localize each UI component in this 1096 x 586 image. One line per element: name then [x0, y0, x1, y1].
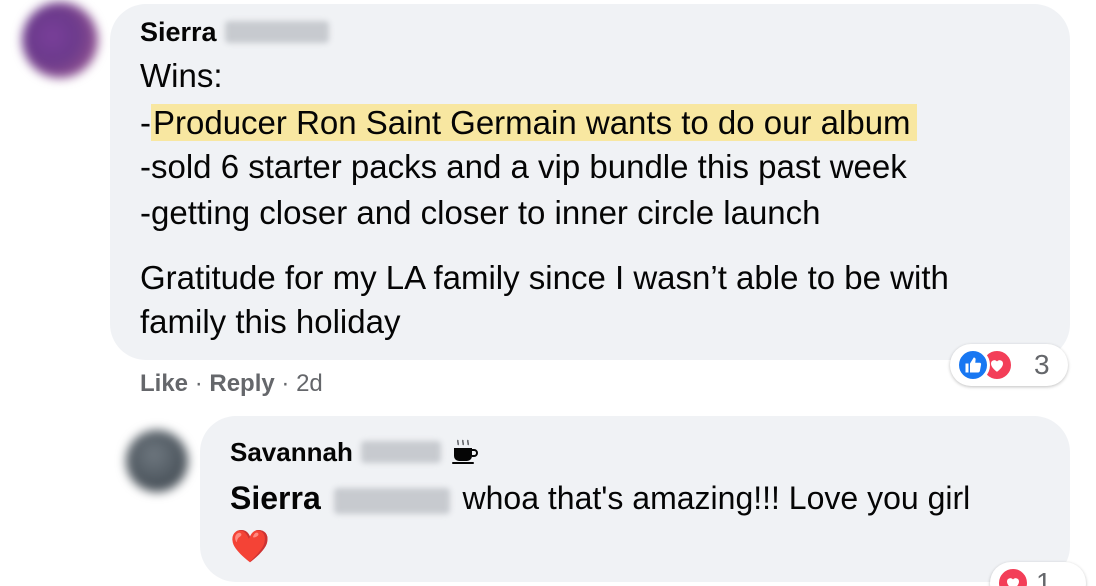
reaction-count: 1 — [1036, 567, 1052, 586]
reply-author[interactable]: Savannah — [230, 436, 479, 468]
separator: · — [281, 370, 290, 397]
comment-line: family this holiday — [140, 303, 401, 340]
thumbs-up-icon — [956, 348, 990, 382]
highlighted-text: Producer Ron Saint Germain wants to do o… — [151, 104, 917, 141]
blurred-last-name — [360, 441, 441, 463]
mention-link[interactable]: Sierra — [230, 480, 321, 516]
blurred-last-name — [224, 21, 329, 43]
comment-author[interactable]: Sierra — [140, 16, 329, 48]
avatar[interactable] — [126, 430, 188, 492]
blurred-mention-last-name — [333, 487, 450, 514]
like-button[interactable]: Like — [140, 370, 188, 397]
timestamp[interactable]: 2d — [296, 370, 323, 397]
reaction-summary[interactable]: 3 — [950, 344, 1068, 386]
reply-message: whoa that's amazing!!! Love you girl — [462, 480, 971, 516]
reply-button[interactable]: Reply — [209, 370, 274, 397]
heart-emoji: ❤️ — [230, 528, 270, 564]
comment-line: Gratitude for my LA family since I wasn’… — [140, 259, 949, 296]
reaction-count: 3 — [1034, 349, 1050, 380]
heart-icon — [996, 566, 1030, 586]
comment-line: -getting closer and closer to inner circ… — [140, 194, 821, 231]
comment-line: Wins: — [140, 57, 223, 94]
comment-actions: Like · Reply · 2d — [140, 367, 323, 401]
comment-thread: Sierra Wins: -Producer Ron Saint Germain… — [0, 0, 1096, 586]
separator: · — [194, 370, 203, 397]
reply-reaction-summary[interactable]: 1 — [990, 562, 1086, 586]
comment-line: -Producer Ron Saint Germain wants to do … — [140, 103, 917, 143]
comment-line: -sold 6 starter packs and a vip bundle t… — [140, 148, 907, 185]
line-dash: - — [140, 104, 151, 141]
coffee-cup-icon — [449, 437, 479, 467]
reply-text: Sierra whoa that's amazing!!! Love you g… — [230, 478, 970, 518]
author-name[interactable]: Savannah — [230, 436, 353, 468]
avatar[interactable] — [22, 2, 98, 78]
author-name[interactable]: Sierra — [140, 16, 217, 48]
